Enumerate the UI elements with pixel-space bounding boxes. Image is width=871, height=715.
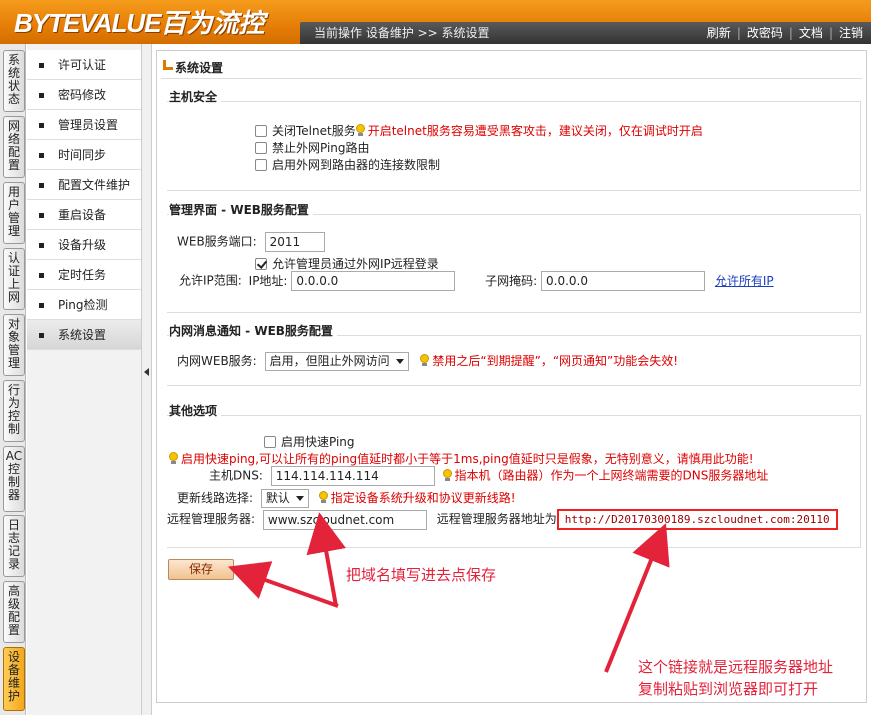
menu-item-license[interactable]: 许可认证 [27,50,142,80]
bullet-icon [39,153,44,158]
intranet-service-row: 内网WEB服务: 启用，但阻止外网访问 禁用之后“到期提醒”，“网页通知”功能会… [177,352,678,371]
telnet-checkbox[interactable] [255,125,267,137]
title-corner-icon [163,60,173,70]
top-links: 刷新 | 改密码 | 文档 | 注销 [706,26,863,40]
fastping-checkbox[interactable] [264,436,276,448]
menu-item-time-sync[interactable]: 时间同步 [27,140,142,170]
bulb-icon [442,468,452,482]
menu-item-system-settings[interactable]: 系统设置 [27,320,142,350]
menu-item-upgrade[interactable]: 设备升级 [27,230,142,260]
page-title: 系统设置 [163,59,223,76]
section-title: 内网消息通知 - WEB服务配置 [169,322,337,339]
menu-item-ping[interactable]: Ping检测 [27,290,142,320]
intranet-warning: 禁用之后“到期提醒”，“网页通知”功能会失效! [432,354,679,368]
web-port-row: WEB服务端口: 2011 [177,232,325,252]
allow-all-ip-link[interactable]: 允许所有IP [715,274,774,288]
fastping-row: 启用快速Ping [264,433,355,450]
remote-login-row: 允许管理员通过外网IP远程登录 [255,255,439,272]
submenu: 许可认证 密码修改 管理员设置 时间同步 配置文件维护 重启设备 设备升级 定时… [27,50,142,350]
bulb-icon [355,124,365,137]
section-title: 管理界面 - WEB服务配置 [169,201,313,218]
main-nav-tabs: 系统状态 网络配置 用户管理 认证上网 对象管理 行为控制 AC控制器 日志记录… [0,44,26,715]
bullet-icon [39,63,44,68]
title-divider [161,78,862,79]
logo-cn-text: 百为流控 [160,8,265,38]
connlimit-row: 启用外网到路由器的连接数限制 [255,156,440,173]
ip-address-input[interactable]: 0.0.0.0 [291,271,456,291]
dns-hint: 指本机（路由器）作为一个上网终端需要的DNS服务器地址 [454,468,769,483]
route-hint: 指定设备系统升级和协议更新线路! [330,491,516,505]
section-other-options: 其他选项 启用快速Ping 启用快速ping,可以让所有的ping值延时都小于等… [167,402,861,548]
top-bar: 当前操作 设备维护 >> 系统设置 刷新 | 改密码 | 文档 | 注销 [300,22,871,44]
ip-range-row: 允许IP范围: IP地址: 0.0.0.0 子网掩码: 0.0.0.0 允许所有… [179,271,774,291]
telnet-row: 关闭Telnet服务 开启telnet服务容易遭受黑客攻击，建议关闭，仅在调试时开… [255,122,703,139]
bullet-icon [39,213,44,218]
collapse-arrow-icon [144,368,149,376]
ping-row: 禁止外网Ping路由 [255,139,370,156]
route-row: 更新线路选择: 默认 指定设备系统升级和协议更新线路! [177,489,516,508]
block-ping-checkbox[interactable] [255,142,267,154]
tab-object-management[interactable]: 对象管理 [3,314,25,376]
bulb-icon [318,491,328,504]
tab-ac-controller[interactable]: AC控制器 [3,446,25,512]
bullet-icon [39,243,44,248]
section-host-security: 主机安全 关闭Telnet服务 开启telnet服务容易遭受黑客攻击，建议关闭，仅… [167,88,861,191]
menu-item-reboot[interactable]: 重启设备 [27,200,142,230]
menu-item-config-file[interactable]: 配置文件维护 [27,170,142,200]
section-web-admin: 管理界面 - WEB服务配置 WEB服务端口: 2011 允许管理员通过外网IP… [167,201,861,313]
annotation-link-hint-1: 这个链接就是远程服务器地址 [638,658,834,676]
dns-row: 主机DNS: 114.114.114.114 指本机（路由器）作为一个上网终端需… [209,466,768,486]
app-header: BYTEVALUE百为流控 当前操作 设备维护 >> 系统设置 刷新 | 改密码 | 文… [0,0,871,44]
bullet-icon [39,183,44,188]
tab-network-config[interactable]: 网络配置 [3,116,25,178]
subnet-mask-input[interactable]: 0.0.0.0 [541,271,706,291]
intranet-service-select[interactable]: 启用，但阻止外网访问 [264,352,409,371]
annotation-fill-hint: 把域名填写进去点保存 [346,566,497,584]
save-button[interactable]: 保存 [168,559,234,580]
bullet-icon [39,303,44,308]
fastping-warning-row: 启用快速ping,可以让所有的ping值延时都小于等于1ms,ping值延时只是… [169,450,754,467]
telnet-warning: 开启telnet服务容易遭受黑客攻击，建议关闭，仅在调试时开启 [367,124,703,138]
connlimit-checkbox[interactable] [255,159,267,171]
dns-input[interactable]: 114.114.114.114 [270,466,435,486]
fastping-warning: 启用快速ping,可以让所有的ping值延时都小于等于1ms,ping值延时只是… [181,452,754,466]
bullet-icon [39,333,44,338]
tab-advanced-config[interactable]: 高级配置 [3,581,25,643]
tab-system-status[interactable]: 系统状态 [3,50,25,112]
remote-server-row: 远程管理服务器: www.szcloudnet.com 远程管理服务器地址为 ht… [167,509,838,530]
web-port-input[interactable]: 2011 [264,232,325,252]
sidebar-collapse-handle[interactable] [141,44,152,715]
remote-login-checkbox[interactable] [255,258,267,270]
tab-auth-internet[interactable]: 认证上网 [3,248,25,310]
bullet-icon [39,273,44,278]
tab-device-maintenance[interactable]: 设备维护 [3,647,25,711]
menu-item-scheduled-tasks[interactable]: 定时任务 [27,260,142,290]
refresh-link[interactable]: 刷新 [707,26,731,40]
docs-link[interactable]: 文档 [799,26,823,40]
brand-logo: BYTEVALUE百为流控 [14,3,265,40]
bullet-icon [39,93,44,98]
route-select[interactable]: 默认 [260,489,309,508]
menu-item-admin[interactable]: 管理员设置 [27,110,142,140]
tab-log-records[interactable]: 日志记录 [3,515,25,577]
tab-behavior-control[interactable]: 行为控制 [3,380,25,442]
bulb-icon [420,354,430,367]
logo-text: BYTEVALUE [14,8,162,38]
breadcrumb: 当前操作 设备维护 >> 系统设置 [314,26,490,40]
bullet-icon [39,123,44,128]
section-intranet-notify: 内网消息通知 - WEB服务配置 内网WEB服务: 启用，但阻止外网访问 禁用之… [167,322,861,386]
remote-server-input[interactable]: www.szcloudnet.com [262,509,427,530]
tab-user-management[interactable]: 用户管理 [3,182,25,244]
section-title: 其他选项 [169,402,222,419]
chevron-down-icon [295,496,304,501]
main-panel: 系统设置 主机安全 关闭Telnet服务 开启telnet服务容易遭受黑客攻击，建… [156,50,867,703]
annotation-link-hint-2: 复制粘贴到浏览器即可打开 [638,680,819,698]
chevron-down-icon [395,359,404,364]
logout-link[interactable]: 注销 [839,26,863,40]
bulb-icon [169,452,178,465]
menu-item-password[interactable]: 密码修改 [27,80,142,110]
section-title: 主机安全 [169,88,222,105]
change-password-link[interactable]: 改密码 [747,26,783,40]
remote-server-address[interactable]: http://D20170300189.szcloudnet.com:20110 [556,509,838,530]
